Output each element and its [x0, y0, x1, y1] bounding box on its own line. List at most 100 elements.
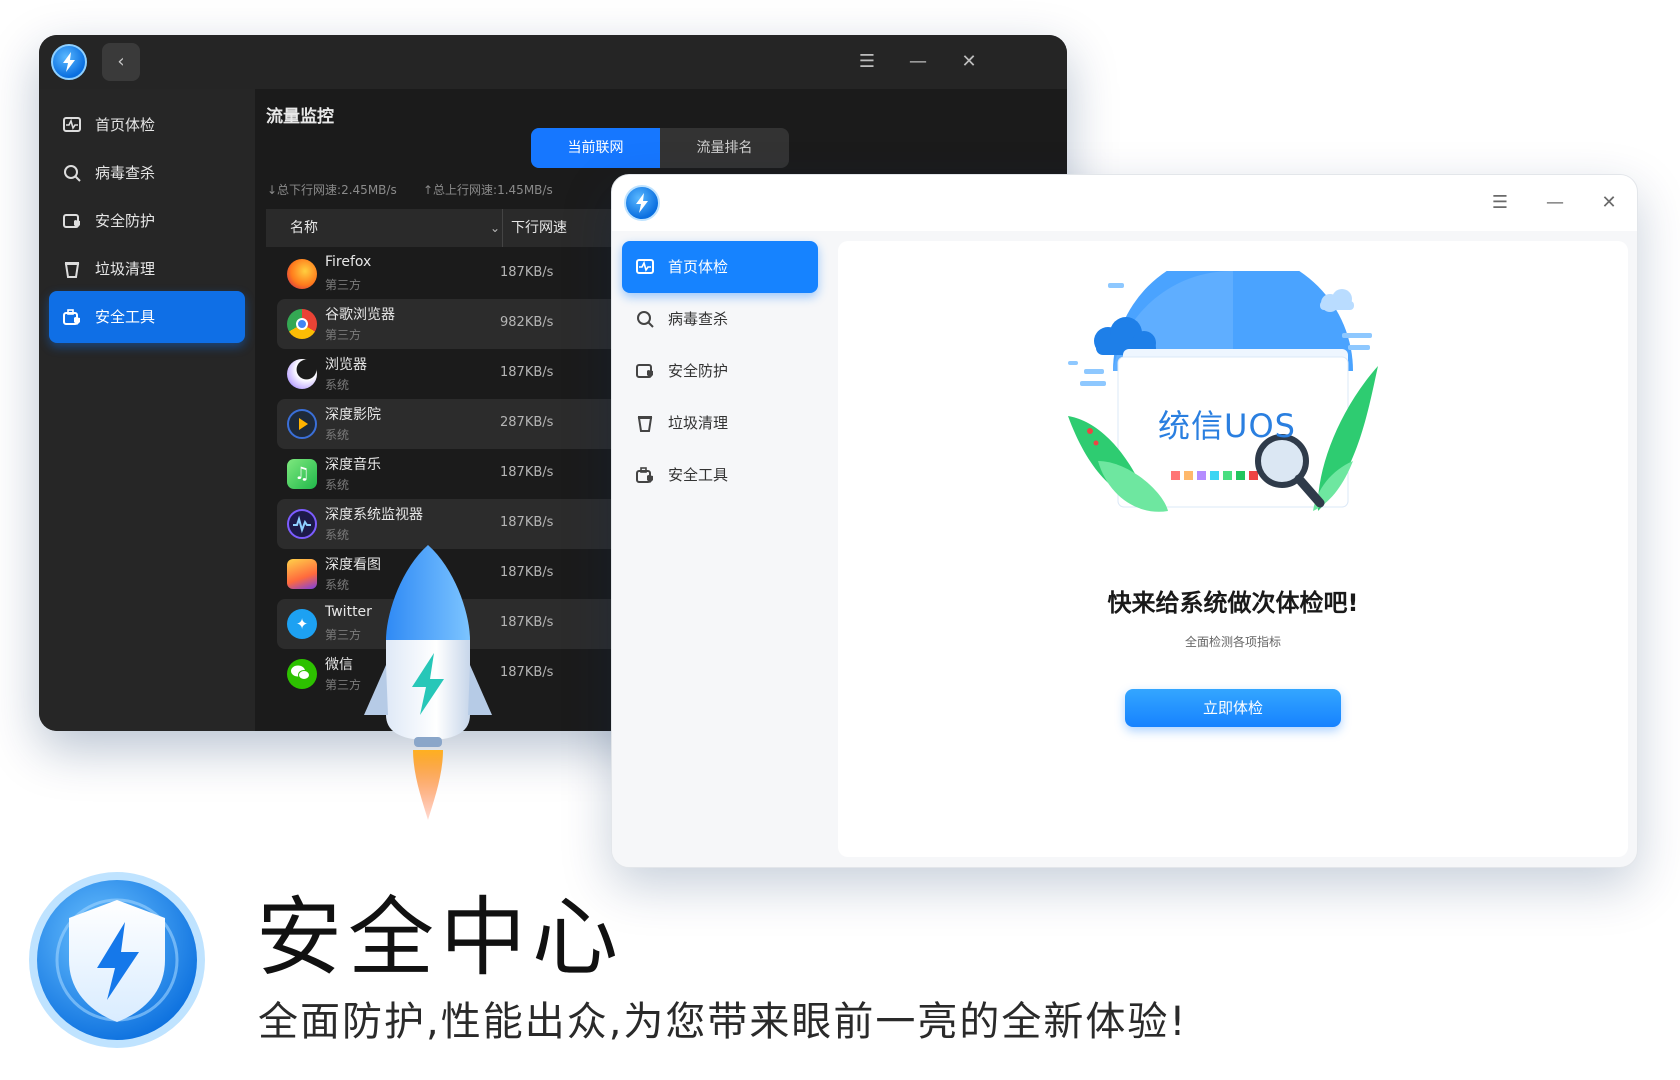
app-speed: 187KB/s — [500, 615, 554, 630]
firefox-icon — [287, 259, 317, 289]
table-row[interactable]: ♫ 深度音乐 系统 187KB/s — [277, 449, 626, 499]
app-speed: 187KB/s — [500, 515, 554, 530]
sidebar-item-tools[interactable]: 安全工具 — [49, 291, 245, 343]
sidebar-item-trash-clean[interactable]: 垃圾清理 — [622, 397, 818, 449]
trash-clean-icon — [64, 262, 80, 278]
app-speed: 187KB/s — [500, 565, 554, 580]
protection-icon — [636, 364, 653, 378]
app-speed: 287KB/s — [500, 415, 554, 430]
app-type: 系统 — [325, 428, 350, 442]
system-monitor-icon — [287, 509, 317, 539]
sidebar-item-label: 病毒查杀 — [95, 164, 156, 182]
start-check-button[interactable]: 立即体检 — [1125, 689, 1341, 727]
table-row[interactable]: Firefox 第三方 187KB/s — [277, 249, 626, 299]
total-download-speed: ↓总下行网速:2.45MB/s — [267, 183, 397, 197]
close-icon[interactable]: ✕ — [956, 49, 982, 75]
virus-scan-icon — [637, 311, 654, 328]
wechat-icon — [287, 659, 317, 689]
app-speed: 187KB/s — [500, 665, 554, 680]
app-speed: 982KB/s — [500, 315, 554, 330]
app-type: 第三方 — [325, 278, 362, 292]
movie-icon — [287, 409, 317, 439]
sidebar-item-protection[interactable]: 安全防护 — [622, 345, 818, 397]
hero-brand-text: 统信UOS — [1158, 407, 1296, 445]
light-sidebar: 首页体检 病毒查杀 安全防护 垃圾清理 安全工具 — [612, 231, 828, 867]
rocket-illustration — [364, 545, 492, 820]
sidebar-item-label: 病毒查杀 — [668, 310, 729, 328]
browser-icon — [287, 359, 317, 389]
virus-scan-icon — [64, 165, 81, 182]
health-check-icon — [636, 259, 654, 274]
app-name: 微信 — [325, 657, 353, 673]
table-header: 名称 ⌄ 下行网速 — [266, 209, 626, 247]
column-header-download[interactable]: 下行网速 — [502, 209, 567, 247]
security-center-logo-icon — [29, 872, 205, 1048]
image-viewer-icon — [287, 559, 317, 589]
tab-traffic-ranking[interactable]: 流量排名 — [660, 128, 789, 168]
app-type: 系统 — [325, 478, 350, 492]
headline: 快来给系统做次体检吧! — [1107, 589, 1359, 617]
app-name: Firefox — [325, 254, 372, 270]
sidebar-item-virus-scan[interactable]: 病毒查杀 — [622, 293, 818, 345]
sidebar-item-label: 首页体检 — [95, 116, 156, 134]
tools-icon — [63, 309, 80, 325]
app-type: 系统 — [325, 528, 350, 542]
app-speed: 187KB/s — [500, 265, 554, 280]
app-name: 深度系统监视器 — [325, 507, 423, 523]
twitter-icon: ✦ — [287, 609, 317, 639]
sidebar-item-health-check[interactable]: 首页体检 — [622, 241, 818, 293]
light-app-window: ☰ — ✕ 首页体检 病毒查杀 安全防护 垃圾清理 安全工具 统信UOS 快来给… — [611, 174, 1638, 868]
tab-group: 当前联网 流量排名 — [531, 128, 789, 168]
subline: 全面检测各项指标 — [1184, 635, 1281, 649]
app-speed: 187KB/s — [500, 365, 554, 380]
menu-icon[interactable]: ☰ — [854, 49, 880, 75]
brand-subtitle: 全面防护,性能出众,为您带来眼前一亮的全新体验! — [258, 999, 1188, 1045]
sidebar-item-label: 安全防护 — [668, 362, 729, 380]
app-speed: 187KB/s — [500, 465, 554, 480]
sidebar-item-virus-scan[interactable]: 病毒查杀 — [49, 147, 245, 199]
sidebar-item-label: 首页体检 — [668, 258, 729, 276]
tab-current-network[interactable]: 当前联网 — [531, 128, 660, 168]
app-name: 深度音乐 — [325, 457, 381, 473]
app-type: 第三方 — [325, 328, 362, 342]
dark-titlebar: ‹ ☰ — ✕ — [39, 35, 1067, 89]
health-check-panel: 统信UOS 快来给系统做次体检吧! 全面检测各项指标 立即体检 — [838, 241, 1628, 857]
light-titlebar: ☰ — ✕ — [612, 175, 1637, 231]
brand-title: 安全中心 — [256, 888, 624, 988]
table-row[interactable]: 浏览器 系统 187KB/s — [277, 349, 626, 399]
app-name: 浏览器 — [325, 357, 367, 373]
dark-sidebar: 首页体检 病毒查杀 安全防护 垃圾清理 安全工具 — [39, 89, 255, 731]
app-name: 谷歌浏览器 — [325, 307, 395, 323]
app-logo-icon — [624, 185, 660, 221]
music-icon: ♫ — [287, 459, 317, 489]
app-type: 第三方 — [325, 678, 362, 692]
table-row[interactable]: 深度系统监视器 系统 187KB/s — [277, 499, 626, 549]
menu-icon[interactable]: ☰ — [1487, 190, 1513, 216]
health-check-icon — [63, 117, 81, 132]
sidebar-item-health-check[interactable]: 首页体检 — [49, 99, 245, 151]
minimize-icon[interactable]: — — [1542, 190, 1568, 216]
app-type: 系统 — [325, 578, 350, 592]
column-header-name[interactable]: 名称 — [290, 209, 318, 247]
trash-clean-icon — [637, 416, 653, 432]
app-logo-icon — [51, 44, 87, 80]
close-icon[interactable]: ✕ — [1596, 190, 1622, 216]
sidebar-item-label: 安全工具 — [95, 308, 156, 326]
minimize-icon[interactable]: — — [905, 49, 931, 75]
table-row[interactable]: 深度影院 系统 287KB/s — [277, 399, 626, 449]
page-title: 流量监控 — [266, 107, 334, 127]
table-row[interactable]: 谷歌浏览器 第三方 982KB/s — [277, 299, 626, 349]
sidebar-item-trash-clean[interactable]: 垃圾清理 — [49, 243, 245, 295]
app-type: 第三方 — [325, 628, 362, 642]
app-name: 深度影院 — [325, 407, 381, 423]
app-type: 系统 — [325, 378, 350, 392]
total-upload-speed: ↑总上行网速:1.45MB/s — [423, 183, 553, 197]
tools-icon — [636, 467, 653, 483]
sidebar-item-protection[interactable]: 安全防护 — [49, 195, 245, 247]
chrome-icon — [287, 309, 317, 339]
chevron-down-icon[interactable]: ⌄ — [490, 209, 500, 247]
sidebar-item-label: 垃圾清理 — [668, 414, 729, 432]
back-button[interactable]: ‹ — [102, 43, 140, 81]
protection-icon — [63, 214, 80, 228]
sidebar-item-tools[interactable]: 安全工具 — [622, 449, 818, 501]
